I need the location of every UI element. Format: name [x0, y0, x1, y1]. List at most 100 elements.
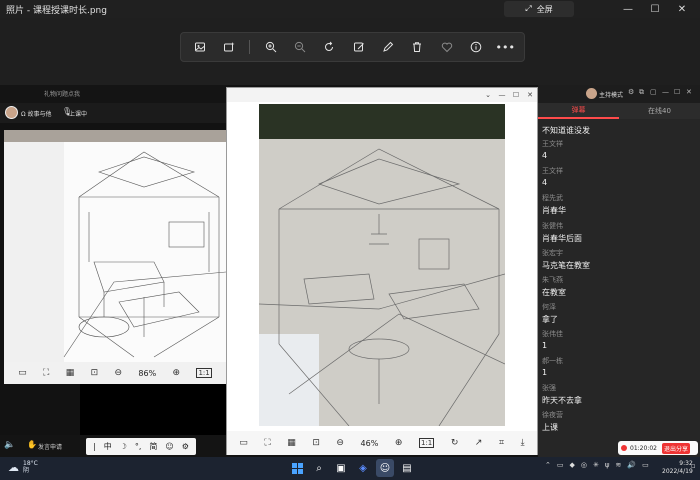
chat-message: 程先武 肖春华 — [542, 194, 566, 215]
clock[interactable]: 9:32 2022/4/19 — [662, 460, 693, 476]
tray-app-icon-3[interactable]: ✳ — [593, 461, 599, 469]
wifi-icon[interactable]: ≋ — [616, 461, 622, 469]
speak-request[interactable]: 发言申请 — [38, 442, 62, 451]
chat-panel-header: 主持模式 ⚙ ⧉ ▢ — ☐ ✕ — [538, 85, 700, 103]
teacher-name: Ω 故事与他 — [21, 111, 52, 118]
teacher-avatar — [5, 106, 18, 119]
window-icon[interactable]: ▢ — [650, 88, 657, 96]
zoom-in-icon[interactable]: ⊕ — [395, 438, 403, 448]
gallery-icon[interactable]: ▦ — [66, 368, 75, 378]
rotate-icon[interactable] — [320, 38, 338, 56]
viewer-collapse-button[interactable]: ⌄ — [481, 89, 495, 101]
chat-message: 徐夜营 上课 — [542, 411, 563, 432]
viewer-maximize-button[interactable]: ☐ — [509, 89, 523, 101]
settings-icon[interactable]: ⚙ — [628, 88, 634, 96]
download-icon[interactable]: ⤓ — [521, 438, 525, 448]
browser-icon[interactable]: ◈ — [354, 459, 372, 477]
minimize-button[interactable]: — — [614, 1, 642, 17]
window-title: 照片 - 课程授课时长.png — [6, 6, 107, 16]
punctuation-icon[interactable]: °, — [135, 442, 142, 451]
ime-handle-icon[interactable]: | — [93, 442, 96, 451]
info-icon[interactable] — [467, 38, 485, 56]
tray-shield-icon[interactable]: ◆ — [570, 461, 575, 469]
chat-message-list[interactable]: 朱瑞不知道谁没发 王文祥4 王文祥4 程先武肖春华 张健伟肖春华后面 张宏宇马克… — [542, 121, 692, 441]
fit-screen-icon[interactable]: ⛶ — [264, 438, 270, 448]
zoom-in-icon[interactable] — [262, 38, 280, 56]
gallery-icon[interactable]: ▦ — [287, 438, 296, 448]
classroom-app-icon[interactable]: ☺ — [376, 459, 394, 477]
ratio-button[interactable]: 1:1 — [196, 368, 212, 378]
maximize-button[interactable]: ☐ — [641, 1, 669, 17]
crop-icon[interactable]: ⌗ — [499, 438, 504, 448]
layout-icon[interactable]: ▭ — [239, 438, 248, 448]
zoom-out-icon[interactable] — [291, 38, 309, 56]
record-dot-icon — [621, 445, 627, 451]
layout-icon[interactable]: ▭ — [18, 368, 27, 378]
chevron-up-icon[interactable]: ⌃ — [545, 461, 551, 469]
viewer-titlebar: ⌄ — ☐ ✕ — [227, 88, 537, 102]
close-icon[interactable]: ✕ — [686, 88, 692, 96]
photos-toolbar: ••• — [180, 32, 525, 62]
draw-icon[interactable] — [379, 38, 397, 56]
chat-message: 张伟佳 1 — [542, 330, 563, 350]
ime-chinese[interactable]: 中 — [104, 441, 112, 452]
ime-simplified[interactable]: 简 — [149, 441, 157, 452]
photos-titlebar: 照片 - 课程授课时长.png ⤢ 全屏 — ☐ ✕ — [0, 0, 700, 18]
share-icon[interactable]: ↗ — [475, 438, 483, 448]
actual-size-icon[interactable]: ⊡ — [91, 368, 99, 378]
edit-icon[interactable] — [350, 38, 368, 56]
zoom-out-icon[interactable]: ⊖ — [336, 438, 344, 448]
chat-message: 张宏宇 马克笔在教室 — [542, 249, 590, 270]
delete-icon[interactable] — [408, 38, 426, 56]
close-button[interactable]: ✕ — [668, 1, 696, 17]
exit-share-button[interactable]: 退出分享 — [661, 442, 690, 454]
start-icon[interactable] — [288, 459, 306, 477]
popout-icon[interactable]: ⧉ — [639, 88, 644, 97]
ratio-button[interactable]: 1:1 — [418, 438, 435, 448]
left-viewer-toolbar: ▭ ⛶ ▦ ⊡ ⊖ 86% ⊕ 1:1 — [4, 362, 226, 384]
moon-icon[interactable]: ☽ — [120, 442, 127, 451]
zoom-out-icon[interactable]: ⊖ — [115, 368, 123, 378]
more-icon[interactable]: ••• — [496, 38, 515, 56]
weather-widget[interactable]: ☁ 18°C 阴 — [8, 460, 38, 474]
fit-screen-icon[interactable]: ⛶ — [43, 368, 49, 378]
volume-icon[interactable]: 🔊 — [627, 461, 636, 469]
perspective-sketch-left — [4, 142, 226, 362]
tray-app-icon[interactable]: ▭ — [557, 461, 564, 469]
favorite-icon[interactable] — [438, 38, 456, 56]
image-viewer-window: ⌄ — ☐ ✕ ▭ ⛶ ▦ ⊡ ⊖ 46% ⊕ 1:1 ↻ ↗ ⌗ ⤓ — [226, 87, 538, 455]
left-sketch-photo — [4, 130, 226, 362]
tab-danmu[interactable]: 弹幕 — [538, 103, 619, 119]
settings-icon[interactable]: ⚙ — [182, 442, 189, 451]
taskview-icon[interactable]: ▣ — [332, 459, 350, 477]
chat-message: 王文祥 4 — [542, 140, 563, 160]
actual-size-icon[interactable]: ⊡ — [312, 438, 320, 448]
chat-message: 张强 昨天不去拿 — [542, 384, 582, 405]
screenshot-content: 礼物问题点我 Ω 故事与他 🎙 上课中 ▭ ⛶ ▦ ⊡ ⊖ 86% ⊕ 1:1 … — [0, 85, 700, 457]
viewer-minimize-button[interactable]: — — [495, 89, 509, 101]
tray-app-icon-4[interactable]: ψ — [605, 461, 610, 469]
fullscreen-button[interactable]: ⤢ 全屏 — [504, 1, 574, 17]
taskbar-apps: ⌕ ▣ ◈ ☺ ▤ — [288, 459, 416, 477]
battery-icon[interactable]: ▭ — [642, 461, 649, 469]
zoom-in-icon[interactable]: ⊕ — [173, 368, 181, 378]
notification-icon[interactable]: ▫ — [691, 462, 696, 470]
clock-date: 2022/4/19 — [662, 468, 693, 475]
rotate-photo-icon[interactable] — [191, 38, 209, 56]
dark-area — [80, 384, 228, 439]
viewer-close-button[interactable]: ✕ — [523, 89, 537, 101]
hand-icon[interactable]: ✋ — [27, 440, 37, 449]
perspective-sketch-mid — [259, 104, 505, 426]
search-icon[interactable]: ⌕ — [310, 459, 328, 477]
tab-online[interactable]: 在线40 — [619, 103, 700, 119]
minimize-icon[interactable]: — — [662, 88, 669, 96]
maximize-icon[interactable]: ☐ — [674, 88, 680, 96]
classroom-topbar: 礼物问题点我 — [0, 85, 228, 103]
photo-top-band — [4, 130, 226, 142]
enhance-icon[interactable] — [220, 38, 238, 56]
tray-app-icon-2[interactable]: ◎ — [581, 461, 587, 469]
rotate-icon[interactable]: ↻ — [451, 438, 459, 448]
emoji-icon[interactable]: ☺ — [165, 442, 173, 451]
photos-app-icon[interactable]: ▤ — [398, 459, 416, 477]
speaker-icon[interactable]: 🔈 — [4, 440, 15, 450]
